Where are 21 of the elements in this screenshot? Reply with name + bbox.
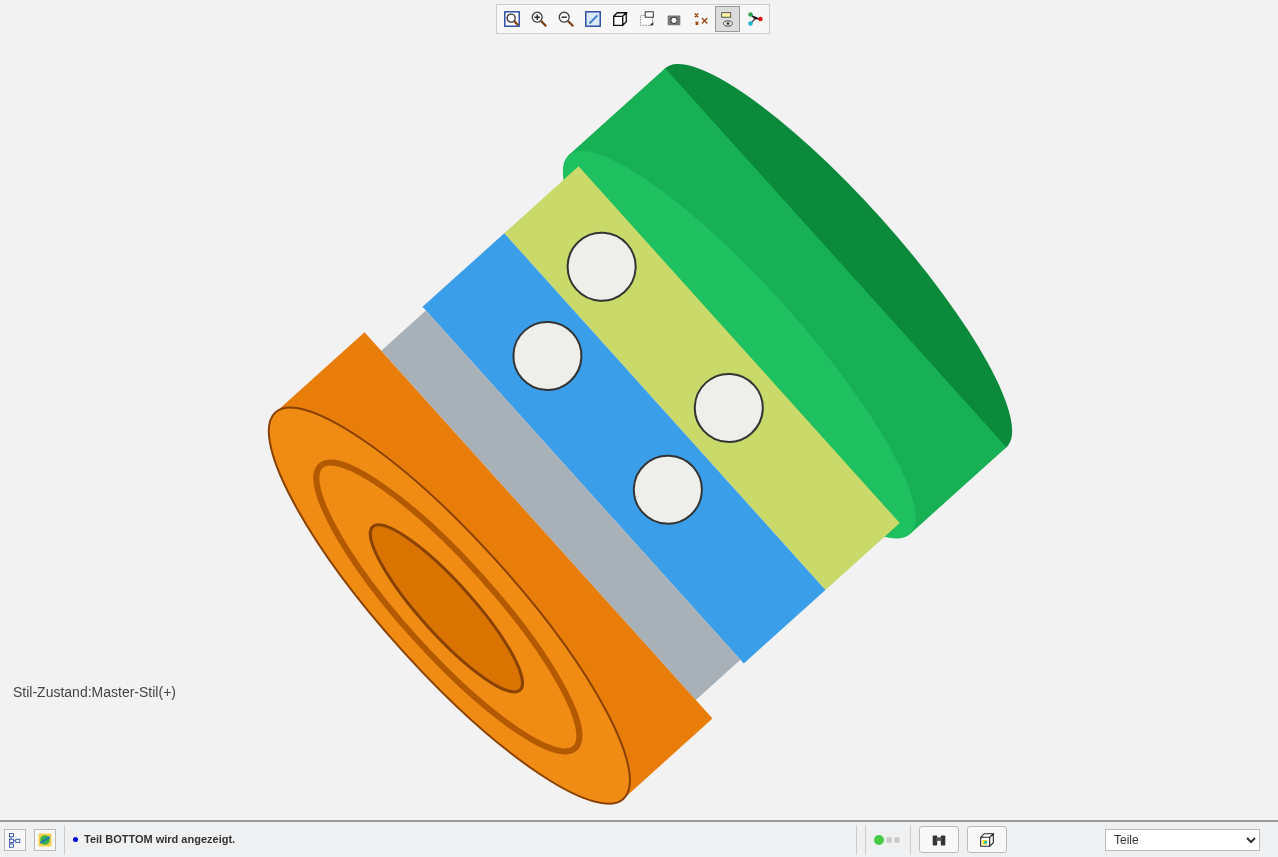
cube-button[interactable] <box>967 826 1007 853</box>
globe-button[interactable] <box>34 828 56 851</box>
tree-icon <box>7 831 23 848</box>
bullet-icon <box>73 837 78 842</box>
filter-dropdown[interactable]: Teile <box>1105 828 1260 851</box>
cube-icon <box>610 10 629 28</box>
view-fit-icon <box>502 10 521 28</box>
zoom-in-icon <box>529 10 548 28</box>
activity-dots-icon <box>874 834 902 845</box>
binoculars-button[interactable] <box>919 826 959 853</box>
node-graph-icon <box>745 10 764 28</box>
cube-icon <box>978 830 996 849</box>
tree-button[interactable] <box>4 828 26 851</box>
annotation-icon <box>637 10 656 28</box>
status-message: Teil BOTTOM wird angezeigt. <box>84 832 236 848</box>
cross-marks-icon <box>691 10 710 28</box>
repaint-icon <box>583 10 602 28</box>
globe-icon <box>37 831 53 848</box>
filter-eye-button[interactable] <box>715 6 740 32</box>
zoom-out-icon <box>556 10 575 28</box>
style-state-label: Stil-Zustand:Master-Stil(+) <box>13 683 176 702</box>
